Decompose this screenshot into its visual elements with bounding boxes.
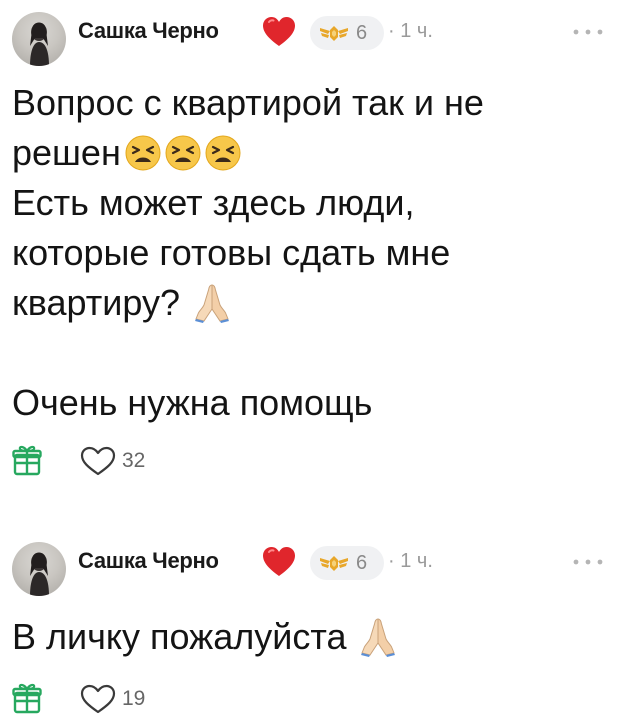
avatar[interactable] <box>12 12 66 66</box>
text-line-with-emoji: решен <box>12 128 622 178</box>
like-count: 19 <box>122 687 146 710</box>
level-badge[interactable]: 6 <box>310 546 384 580</box>
badge-level: 6 <box>356 552 368 574</box>
gift-icon[interactable] <box>12 682 42 714</box>
level-badge[interactable]: 6 <box>310 16 384 50</box>
post-actions: 19 <box>12 678 312 718</box>
gift-icon[interactable] <box>12 444 42 476</box>
more-dots-icon[interactable] <box>570 552 606 572</box>
folded-hands-emoji <box>361 618 396 657</box>
heart-outline-icon[interactable] <box>80 446 116 476</box>
folded-hands-emoji <box>194 284 229 323</box>
post: Сашка Черно 6 · 1 ч. В личку пожалуйста <box>0 530 633 723</box>
author-name[interactable]: Сашка Черно <box>78 18 219 44</box>
text-line-with-emoji: В личку пожалуйста <box>12 612 622 662</box>
post-time: · 1 ч. <box>388 550 433 572</box>
text-line: Вопрос с квартирой так и не <box>12 82 484 123</box>
text-line-with-emoji: квартиру? <box>12 278 622 328</box>
heart-icon <box>263 547 295 576</box>
text-line: Есть может здесь люди, <box>12 182 415 223</box>
tired-face-emoji <box>205 135 241 171</box>
heart-outline-icon[interactable] <box>80 684 116 714</box>
post-text: Вопрос с квартирой так и не решен Есть м… <box>12 78 622 428</box>
badge-wings-icon <box>320 26 348 41</box>
like-count: 32 <box>122 449 146 472</box>
post-header: Сашка Черно 6 · 1 ч. <box>0 530 633 602</box>
badge-level: 6 <box>356 22 368 44</box>
author-name[interactable]: Сашка Черно <box>78 548 219 574</box>
text-line: решен <box>12 132 121 173</box>
avatar[interactable] <box>12 542 66 596</box>
post-text: В личку пожалуйста <box>12 612 622 662</box>
badge-wings-icon <box>320 556 348 571</box>
post-actions: 32 <box>12 440 312 480</box>
text-line: Очень нужна помощь <box>12 382 373 423</box>
more-dots-icon[interactable] <box>570 22 606 42</box>
heart-icon <box>263 17 295 46</box>
text-line: которые готовы сдать мне <box>12 232 451 273</box>
post-time: · 1 ч. <box>388 20 433 42</box>
post-header: Сашка Черно 6 · 1 ч. <box>0 0 633 72</box>
post: Сашка Черно 6 · 1 ч. Вопрос с квартирой … <box>0 0 633 500</box>
tired-face-emoji <box>165 135 201 171</box>
text-line: квартиру? <box>12 282 180 323</box>
tired-face-emoji <box>125 135 161 171</box>
text-line: В личку пожалуйста <box>12 616 347 657</box>
